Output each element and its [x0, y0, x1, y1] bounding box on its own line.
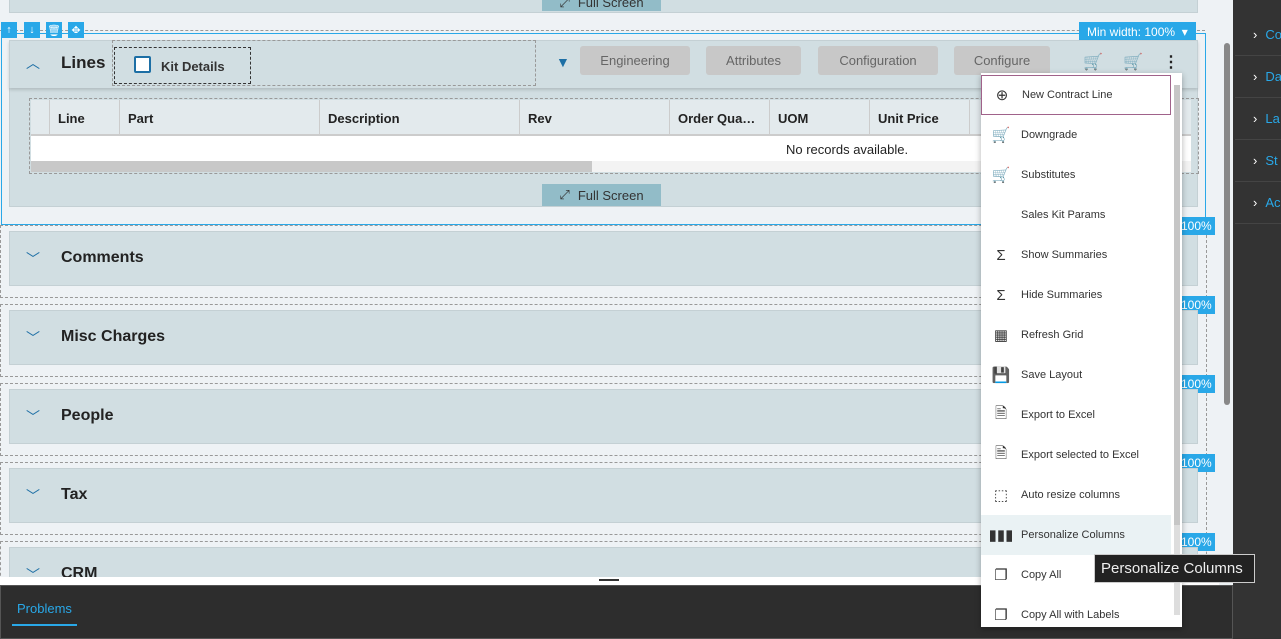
chevron-down-icon[interactable]: ﹀ [26, 328, 40, 348]
tooltip: Personalize Columns [1094, 554, 1255, 583]
empty-text: No records available. [786, 142, 909, 157]
expand-icon: ⤢ [559, 0, 570, 10]
copy-icon: ❐ [994, 567, 1008, 584]
grid-refresh-icon: ▦ [993, 327, 1009, 344]
columns-icon: ▮▮▮ [988, 527, 1014, 544]
excel-icon: 🗎 [994, 404, 1008, 422]
chevron-up-icon[interactable]: ︿ [26, 53, 40, 73]
full-screen-button-top[interactable]: ⤢ Full Screen [542, 0, 661, 11]
menu-item-auto-resize-columns[interactable]: ⬚ Auto resize columns [981, 475, 1171, 515]
menu-item-personalize-columns[interactable]: ▮▮▮ Personalize Columns [981, 515, 1171, 555]
menu-item-new-contract-line[interactable]: ⊕ New Contract Line [981, 75, 1171, 115]
expand-icon: ⤢ [559, 187, 570, 202]
tab-problems[interactable]: Problems [12, 601, 77, 626]
sidebar-item[interactable]: › St [1235, 140, 1281, 182]
column-line[interactable]: Line [50, 100, 120, 136]
menu-item-save-layout[interactable]: 💾 Save Layout [981, 355, 1171, 395]
scroll-thumb[interactable] [31, 161, 592, 172]
column-unit-price[interactable]: Unit Price [870, 100, 970, 136]
lines-title: Lines [61, 53, 106, 72]
configuration-button[interactable]: Configuration [818, 46, 938, 75]
sidebar-item[interactable]: › Ac [1235, 182, 1281, 224]
menu-item-show-summaries[interactable]: Σ Show Summaries [981, 235, 1171, 275]
column-order-quantity[interactable]: Order Qua… [670, 100, 770, 136]
section-title[interactable]: People [61, 407, 113, 425]
menu-item-refresh-grid[interactable]: ▦ Refresh Grid [981, 315, 1171, 355]
menu-item-copy-all-with-labels[interactable]: ❐ Copy All with Labels [981, 595, 1171, 627]
engineering-button[interactable]: Engineering [580, 46, 690, 75]
menu-item-sales-kit-params[interactable]: Sales Kit Params [981, 195, 1171, 235]
cart-upgrade-icon[interactable]: 🛒 [1123, 52, 1143, 72]
sigma-icon: Σ [996, 286, 1006, 304]
chevron-right-icon: › [1253, 111, 1258, 126]
select-column [31, 100, 50, 136]
menu-item-downgrade[interactable]: 🛒 Downgrade [981, 115, 1171, 155]
plus-circle-icon: ⊕ [995, 87, 1009, 104]
section-title[interactable]: Comments [61, 249, 144, 267]
filter-icon[interactable]: ▼ [556, 54, 570, 70]
cart-arrow-icon: 🛒 [991, 167, 1011, 184]
configure-button[interactable]: Configure [954, 46, 1050, 75]
full-screen-button[interactable]: ⤢ Full Screen [542, 184, 661, 206]
resize-icon: ⬚ [993, 487, 1009, 504]
menu-item-export-selected-to-excel[interactable]: 🗎 Export selected to Excel [981, 435, 1171, 475]
kit-details-checkbox[interactable] [134, 56, 151, 73]
chevron-right-icon: › [1253, 153, 1258, 168]
chevron-down-icon[interactable]: ﹀ [26, 407, 40, 427]
caret-down-icon: ▾ [1181, 25, 1188, 39]
cart-down-icon: 🛒 [991, 127, 1011, 144]
menu-item-substitutes[interactable]: 🛒 Substitutes [981, 155, 1171, 195]
copy-icon: ❐ [994, 607, 1008, 624]
chevron-down-icon[interactable]: ﹀ [26, 486, 40, 506]
cart-add-icon[interactable]: 🛒 [1083, 52, 1103, 72]
menu-scrollbar[interactable] [1174, 85, 1180, 615]
sidebar-item[interactable]: › La [1235, 98, 1281, 140]
chevron-right-icon: › [1253, 27, 1258, 42]
sidebar-item[interactable]: › Co [1235, 14, 1281, 56]
save-icon: 💾 [991, 367, 1011, 384]
sidebar-item[interactable]: › Da [1235, 56, 1281, 98]
excel-icon: 🗎 [994, 444, 1008, 462]
menu-item-hide-summaries[interactable]: Σ Hide Summaries [981, 275, 1171, 315]
dash-line [0, 30, 1205, 31]
menu-scroll-thumb[interactable] [1174, 85, 1180, 525]
kit-details-label: Kit Details [161, 59, 225, 74]
vertical-scrollbar[interactable] [1219, 0, 1233, 585]
scroll-thumb[interactable] [1224, 43, 1230, 405]
resize-handle[interactable] [599, 579, 619, 581]
chevron-right-icon: › [1253, 195, 1258, 210]
chevron-right-icon: › [1253, 69, 1258, 84]
menu-item-export-to-excel[interactable]: 🗎 Export to Excel [981, 395, 1171, 435]
lines-width-badge[interactable]: 100% [1178, 217, 1215, 235]
min-width-dropdown[interactable]: Min width: 100% ▾ [1079, 22, 1196, 42]
column-part[interactable]: Part [120, 100, 320, 136]
column-description[interactable]: Description [320, 100, 520, 136]
attributes-button[interactable]: Attributes [706, 46, 801, 75]
column-uom[interactable]: UOM [770, 100, 870, 136]
column-rev[interactable]: Rev [520, 100, 670, 136]
more-actions-menu: ⊕ New Contract Line 🛒 Downgrade 🛒 Substitutes… [981, 73, 1182, 627]
more-menu-icon[interactable]: ⋮ [1163, 52, 1179, 72]
chevron-down-icon[interactable]: ﹀ [26, 249, 40, 269]
section-title[interactable]: Tax [61, 486, 87, 504]
sigma-icon: Σ [996, 246, 1006, 264]
section-title[interactable]: Misc Charges [61, 328, 165, 346]
